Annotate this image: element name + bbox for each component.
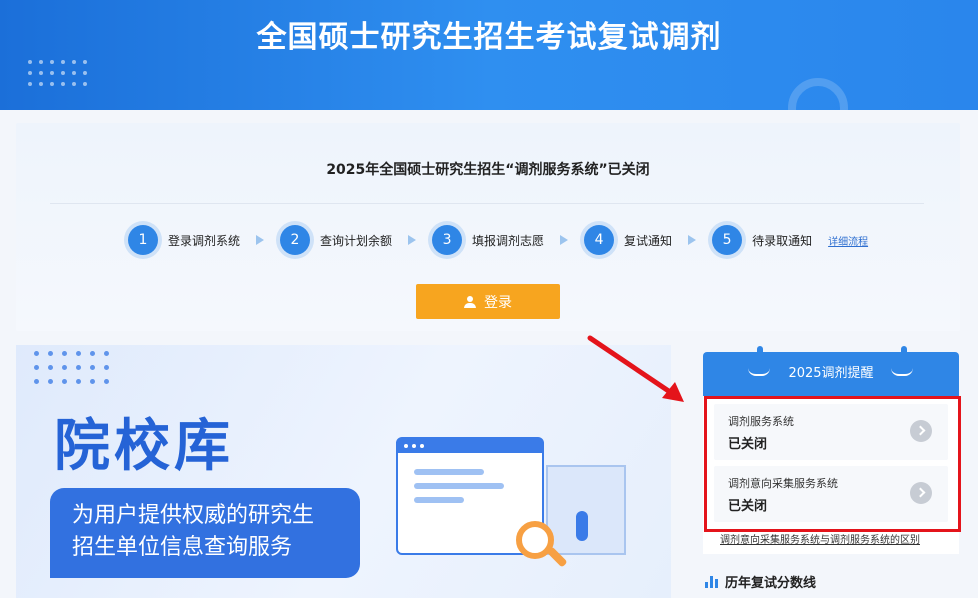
decor-dots: [28, 60, 87, 86]
step-label: 复试通知: [624, 233, 673, 248]
building-illustration-icon: [546, 465, 626, 555]
bar-chart-icon: [705, 575, 719, 588]
step-label: 登录调剂系统: [168, 233, 241, 248]
score-line-heading[interactable]: 历年复试分数线: [705, 572, 816, 591]
banner-subtitle: 为用户提供权威的研究生 招生单位信息查询服务: [50, 488, 360, 578]
step-3: 3 填报调剂志愿: [432, 225, 544, 255]
school-library-banner[interactable]: 院校库 为用户提供权威的研究生 招生单位信息查询服务: [16, 345, 671, 598]
banner-title: 院校库: [54, 414, 234, 479]
tree-illustration-icon: [576, 511, 588, 541]
step-number: 2: [280, 225, 311, 255]
banner-subtitle-line: 为用户提供权威的研究生: [72, 503, 315, 528]
header-banner: 全国硕士研究生招生考试复试调剂: [0, 0, 978, 110]
login-label: 登录: [484, 294, 512, 311]
step-5: 5 待录取通知: [712, 225, 812, 255]
process-steps: 1 登录调剂系统 2 查询计划余额 3 填报调剂志愿 4 复试通知 5 待录取通…: [128, 224, 868, 256]
system-difference-link[interactable]: 调剂意向采集服务系统与调剂服务系统的区别: [720, 531, 920, 546]
annotation-arrow-icon: [587, 335, 684, 402]
calendar-pin-icon: [757, 346, 763, 362]
arrow-right-icon: [408, 235, 417, 245]
annotation-highlight-box: [704, 396, 961, 532]
page-title: 全国硕士研究生招生考试复试调剂: [256, 20, 722, 55]
decor-ring: [788, 78, 848, 110]
divider: [50, 203, 924, 204]
banner-subtitle-line: 招生单位信息查询服务: [72, 535, 293, 560]
user-icon: [464, 295, 476, 308]
step-2: 2 查询计划余额: [280, 225, 392, 255]
step-label: 查询计划余额: [320, 233, 393, 248]
arrow-right-icon: [688, 235, 697, 245]
arrow-right-icon: [256, 235, 265, 245]
step-1: 1 登录调剂系统: [128, 225, 240, 255]
step-number: 3: [432, 225, 463, 255]
calendar-pin-icon: [901, 346, 907, 362]
login-button[interactable]: 登录: [416, 284, 560, 319]
decor-dots: [34, 351, 109, 384]
step-number: 4: [584, 225, 615, 255]
score-line-title: 历年复试分数线: [725, 576, 817, 591]
step-label: 待录取通知: [752, 233, 813, 248]
status-panel: 2025年全国硕士研究生招生“调剂服务系统”已关闭 1 登录调剂系统 2 查询计…: [16, 123, 960, 331]
step-number: 1: [128, 225, 158, 255]
reminder-header: 2025调剂提醒: [703, 352, 959, 396]
arrow-right-icon: [560, 235, 569, 245]
system-status-title: 2025年全国硕士研究生招生“调剂服务系统”已关闭: [326, 162, 650, 178]
step-4: 4 复试通知: [584, 225, 672, 255]
step-label: 填报调剂志愿: [472, 233, 545, 248]
detail-process-link[interactable]: 详细流程: [828, 233, 868, 248]
step-number: 5: [712, 225, 743, 255]
